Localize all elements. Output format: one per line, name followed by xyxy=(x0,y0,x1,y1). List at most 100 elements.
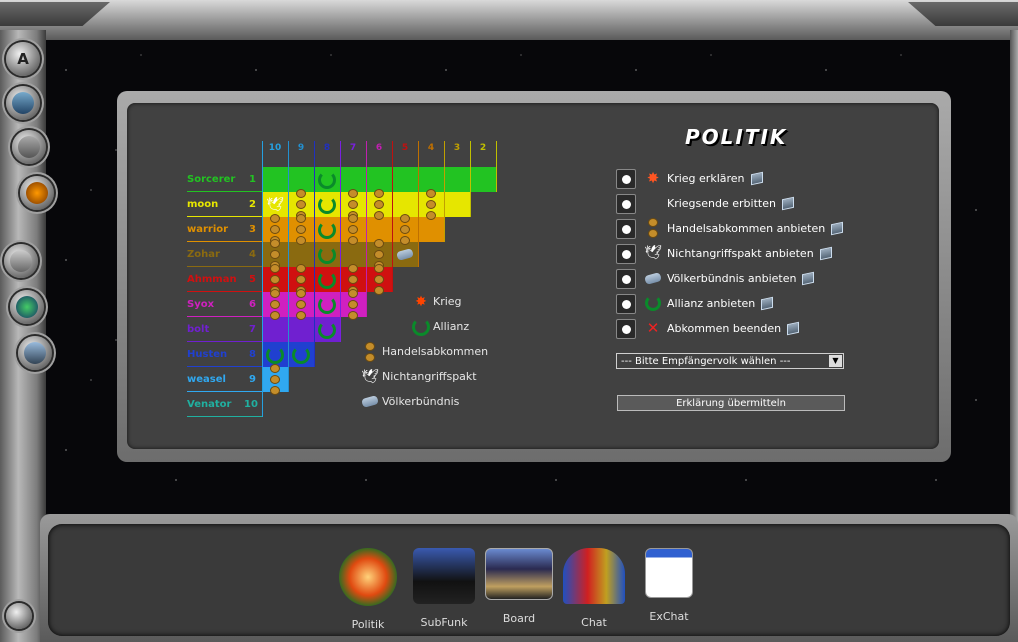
matrix-cell[interactable] xyxy=(262,167,288,192)
info-book-icon[interactable] xyxy=(779,194,797,212)
submit-declaration-button[interactable]: Erklärung übermitteln xyxy=(617,395,845,411)
dock-subfunk-label: SubFunk xyxy=(420,616,468,629)
side-nav-bottom-knob[interactable] xyxy=(6,603,32,629)
info-book-icon[interactable] xyxy=(784,319,802,337)
matrix-cell[interactable] xyxy=(470,167,496,192)
horseshoe-icon xyxy=(314,192,340,217)
horseshoe-icon xyxy=(314,167,340,192)
player-name: Ahmman xyxy=(187,274,237,285)
trade-icon xyxy=(366,264,392,295)
bottom-dock: Politik SubFunk Board Chat ExChat xyxy=(48,524,1010,636)
subfunk-icon xyxy=(413,548,475,604)
row-line xyxy=(187,416,262,417)
legend-war-icon: ✸ xyxy=(415,293,427,310)
chevron-down-icon[interactable]: ▼ xyxy=(829,355,842,367)
info-book-icon[interactable] xyxy=(748,169,766,187)
trade-icon xyxy=(392,214,418,245)
side-nav-station-button[interactable] xyxy=(18,336,52,370)
horseshoe-icon xyxy=(314,292,340,317)
action-radio[interactable] xyxy=(616,219,636,239)
action-radio[interactable] xyxy=(616,194,636,214)
politics-panel-frame: POLITIK 10 9 8 7 6 5 4 3 2 Sorcerer 1 moon 2 warrior 3… xyxy=(117,91,951,462)
player-number: 8 xyxy=(249,349,256,360)
ship-icon xyxy=(10,250,32,272)
dock-chat[interactable]: Chat xyxy=(558,548,630,629)
info-book-icon[interactable] xyxy=(828,219,846,237)
trade-icon xyxy=(340,289,366,320)
dock-politik-label: Politik xyxy=(351,618,385,631)
matrix-cell[interactable] xyxy=(444,192,470,217)
action-radio[interactable] xyxy=(616,169,636,189)
action-label[interactable]: Abkommen beenden xyxy=(667,322,781,335)
action-radio[interactable] xyxy=(616,269,636,289)
recipient-select[interactable]: --- Bitte Empfängervolk wählen --- ▼ xyxy=(616,353,844,369)
trade-icon xyxy=(262,289,288,320)
legend-trade-icon xyxy=(357,339,383,364)
top-frame xyxy=(0,0,1018,40)
matrix-cell[interactable] xyxy=(392,167,418,192)
board-icon xyxy=(485,548,553,600)
dock-board[interactable]: Board xyxy=(483,548,555,625)
horseshoe-icon xyxy=(314,217,340,242)
info-book-icon[interactable] xyxy=(799,269,817,287)
trade-icon xyxy=(644,218,662,238)
action-label[interactable]: Krieg erklären xyxy=(667,172,745,185)
top-right-corner xyxy=(908,2,1018,26)
politik-icon xyxy=(339,548,397,606)
side-nav-device-button[interactable] xyxy=(6,86,40,120)
globe-icon xyxy=(16,296,38,318)
column-number: 7 xyxy=(349,143,357,153)
trade-icon xyxy=(418,189,444,220)
dock-exchat-label: ExChat xyxy=(649,610,689,623)
dock-politik[interactable]: Politik xyxy=(332,548,404,631)
column-number: 3 xyxy=(453,143,461,153)
side-nav-satellite-button[interactable] xyxy=(12,130,46,164)
handshake-icon xyxy=(392,242,418,267)
radio-dot xyxy=(621,199,631,209)
radio-dot xyxy=(621,324,631,334)
dock-exchat[interactable]: ExChat xyxy=(633,548,705,623)
player-number: 7 xyxy=(249,324,256,335)
radio-dot xyxy=(621,299,631,309)
player-name: Venator xyxy=(187,399,232,410)
horseshoe-icon xyxy=(314,242,340,267)
trade-icon xyxy=(340,214,366,245)
action-radio[interactable] xyxy=(616,319,636,339)
panel-title: POLITIK xyxy=(685,125,788,149)
action-label[interactable]: Völkerbündnis anbieten xyxy=(667,272,796,285)
action-label[interactable]: Kriegsende erbitten xyxy=(667,197,776,210)
handshake-icon xyxy=(644,269,662,287)
player-name: Sorcerer xyxy=(187,174,236,185)
horseshoe-icon xyxy=(314,317,340,342)
radio-dot xyxy=(621,274,631,284)
info-book-icon[interactable] xyxy=(817,244,835,262)
chat-icon xyxy=(563,548,625,604)
trade-icon xyxy=(288,289,314,320)
player-name: warrior xyxy=(187,224,229,235)
info-book-icon[interactable] xyxy=(758,294,776,312)
trade-icon xyxy=(262,364,288,395)
player-name: bolt xyxy=(187,324,210,335)
matrix-cell[interactable] xyxy=(444,167,470,192)
side-nav-globe-button[interactable] xyxy=(10,290,44,324)
player-name: Syox xyxy=(187,299,215,310)
column-number: 9 xyxy=(297,143,305,153)
radio-dot xyxy=(621,249,631,259)
action-label[interactable]: Allianz anbieten xyxy=(667,297,755,310)
side-nav-ship-button[interactable] xyxy=(4,244,38,278)
action-label[interactable]: Nichtangriffspakt anbieten xyxy=(667,247,814,260)
player-name: weasel xyxy=(187,374,226,385)
action-radio[interactable] xyxy=(616,244,636,264)
action-radio[interactable] xyxy=(616,294,636,314)
side-nav-home-button[interactable]: A xyxy=(6,42,40,76)
pda-icon xyxy=(12,92,34,114)
dove-icon: 🕊 xyxy=(644,245,662,261)
side-nav-planet-button[interactable] xyxy=(20,176,54,210)
action-label[interactable]: Handelsabkommen anbieten xyxy=(667,222,825,235)
player-name: Husten xyxy=(187,349,228,360)
player-name: Zohar xyxy=(187,249,220,260)
politics-panel: POLITIK 10 9 8 7 6 5 4 3 2 Sorcerer 1 moon 2 warrior 3… xyxy=(127,103,939,449)
bottom-dock-frame: Politik SubFunk Board Chat ExChat xyxy=(40,514,1018,642)
dock-subfunk[interactable]: SubFunk xyxy=(408,548,480,629)
player-number: 9 xyxy=(249,374,256,385)
